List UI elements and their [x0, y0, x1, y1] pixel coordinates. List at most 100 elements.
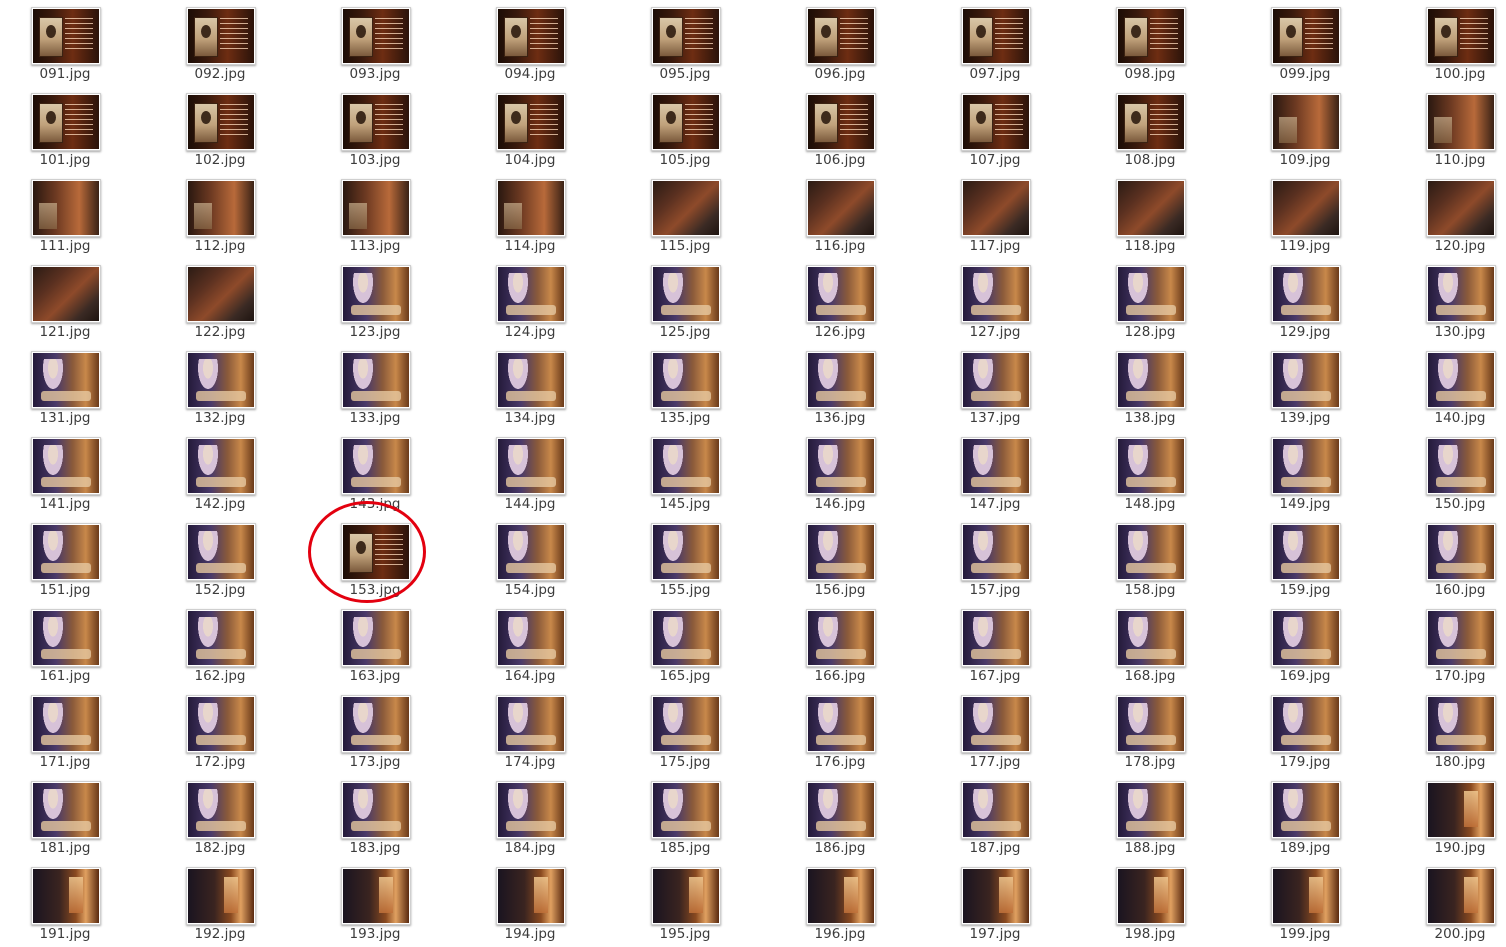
file-thumbnail[interactable]	[1271, 867, 1341, 925]
file-item[interactable]: 142.jpg	[160, 437, 280, 517]
file-thumbnail[interactable]	[186, 609, 256, 667]
file-item[interactable]: 154.jpg	[470, 523, 590, 603]
file-thumbnail[interactable]	[341, 265, 411, 323]
file-thumbnail[interactable]	[31, 609, 101, 667]
file-thumbnail[interactable]	[31, 351, 101, 409]
file-thumbnail[interactable]	[961, 437, 1031, 495]
file-thumbnail[interactable]	[186, 351, 256, 409]
file-thumbnail[interactable]	[806, 437, 876, 495]
file-item[interactable]: 135.jpg	[625, 351, 745, 431]
file-thumbnail[interactable]	[496, 179, 566, 237]
file-item[interactable]: 164.jpg	[470, 609, 590, 689]
file-item[interactable]: 179.jpg	[1245, 695, 1365, 775]
file-thumbnail[interactable]	[1116, 7, 1186, 65]
file-thumbnail[interactable]	[961, 781, 1031, 839]
file-item[interactable]: 197.jpg	[935, 867, 1055, 947]
file-item[interactable]: 160.jpg	[1400, 523, 1506, 603]
file-thumbnail[interactable]	[961, 93, 1031, 151]
file-item[interactable]: 111.jpg	[5, 179, 125, 259]
file-item[interactable]: 119.jpg	[1245, 179, 1365, 259]
file-thumbnail[interactable]	[31, 695, 101, 753]
file-item[interactable]: 110.jpg	[1400, 93, 1506, 173]
file-thumbnail[interactable]	[651, 7, 721, 65]
file-item[interactable]: 195.jpg	[625, 867, 745, 947]
file-item[interactable]: 140.jpg	[1400, 351, 1506, 431]
file-thumbnail[interactable]	[341, 7, 411, 65]
file-item[interactable]: 129.jpg	[1245, 265, 1365, 345]
file-thumbnail[interactable]	[1426, 523, 1496, 581]
file-thumbnail[interactable]	[341, 351, 411, 409]
file-thumbnail[interactable]	[341, 179, 411, 237]
file-item[interactable]: 094.jpg	[470, 7, 590, 87]
file-item[interactable]: 124.jpg	[470, 265, 590, 345]
file-item[interactable]: 123.jpg	[315, 265, 435, 345]
file-thumbnail[interactable]	[496, 93, 566, 151]
file-thumbnail[interactable]	[806, 695, 876, 753]
file-item[interactable]: 168.jpg	[1090, 609, 1210, 689]
file-item[interactable]: 103.jpg	[315, 93, 435, 173]
file-item[interactable]: 104.jpg	[470, 93, 590, 173]
file-thumbnail[interactable]	[1116, 523, 1186, 581]
file-thumbnail[interactable]	[496, 7, 566, 65]
file-thumbnail[interactable]	[806, 523, 876, 581]
file-item[interactable]: 128.jpg	[1090, 265, 1210, 345]
file-item[interactable]: 166.jpg	[780, 609, 900, 689]
file-thumbnail[interactable]	[186, 781, 256, 839]
file-item[interactable]: 137.jpg	[935, 351, 1055, 431]
file-thumbnail[interactable]	[1426, 351, 1496, 409]
file-thumbnail[interactable]	[1116, 179, 1186, 237]
file-thumbnail[interactable]	[31, 265, 101, 323]
file-item[interactable]: 143.jpg	[315, 437, 435, 517]
file-item[interactable]: 106.jpg	[780, 93, 900, 173]
file-item[interactable]: 173.jpg	[315, 695, 435, 775]
file-item[interactable]: 192.jpg	[160, 867, 280, 947]
file-item[interactable]: 157.jpg	[935, 523, 1055, 603]
file-item[interactable]: 178.jpg	[1090, 695, 1210, 775]
file-thumbnail[interactable]	[1116, 609, 1186, 667]
file-item[interactable]: 107.jpg	[935, 93, 1055, 173]
file-thumbnail[interactable]	[961, 695, 1031, 753]
file-thumbnail[interactable]	[496, 695, 566, 753]
file-thumbnail[interactable]	[31, 93, 101, 151]
file-item[interactable]: 171.jpg	[5, 695, 125, 775]
file-item[interactable]: 108.jpg	[1090, 93, 1210, 173]
file-thumbnail[interactable]	[806, 7, 876, 65]
file-item[interactable]: 117.jpg	[935, 179, 1055, 259]
file-item[interactable]: 125.jpg	[625, 265, 745, 345]
file-item[interactable]: 097.jpg	[935, 7, 1055, 87]
file-thumbnail[interactable]	[651, 351, 721, 409]
file-item[interactable]: 174.jpg	[470, 695, 590, 775]
file-item[interactable]: 139.jpg	[1245, 351, 1365, 431]
file-thumbnail[interactable]	[341, 523, 411, 581]
file-item[interactable]: 138.jpg	[1090, 351, 1210, 431]
file-thumbnail[interactable]	[961, 609, 1031, 667]
file-item[interactable]: 185.jpg	[625, 781, 745, 861]
file-thumbnail[interactable]	[31, 867, 101, 925]
file-thumbnail[interactable]	[806, 781, 876, 839]
file-item[interactable]: 126.jpg	[780, 265, 900, 345]
file-thumbnail[interactable]	[341, 695, 411, 753]
file-thumbnail[interactable]	[31, 523, 101, 581]
file-item[interactable]: 114.jpg	[470, 179, 590, 259]
file-thumbnail[interactable]	[341, 93, 411, 151]
file-thumbnail[interactable]	[651, 867, 721, 925]
file-thumbnail[interactable]	[1426, 179, 1496, 237]
file-item[interactable]: 162.jpg	[160, 609, 280, 689]
file-thumbnail[interactable]	[651, 437, 721, 495]
file-item[interactable]: 092.jpg	[160, 7, 280, 87]
file-thumbnail[interactable]	[1116, 351, 1186, 409]
file-item[interactable]: 188.jpg	[1090, 781, 1210, 861]
file-item[interactable]: 177.jpg	[935, 695, 1055, 775]
file-thumbnail[interactable]	[961, 265, 1031, 323]
file-item[interactable]: 183.jpg	[315, 781, 435, 861]
file-item[interactable]: 099.jpg	[1245, 7, 1365, 87]
file-thumbnail[interactable]	[651, 179, 721, 237]
file-thumbnail[interactable]	[1271, 609, 1341, 667]
file-item[interactable]: 096.jpg	[780, 7, 900, 87]
file-thumbnail[interactable]	[31, 7, 101, 65]
file-item[interactable]: 163.jpg	[315, 609, 435, 689]
file-thumbnail[interactable]	[186, 867, 256, 925]
file-item[interactable]: 133.jpg	[315, 351, 435, 431]
file-thumbnail[interactable]	[961, 867, 1031, 925]
file-thumbnail[interactable]	[1116, 695, 1186, 753]
